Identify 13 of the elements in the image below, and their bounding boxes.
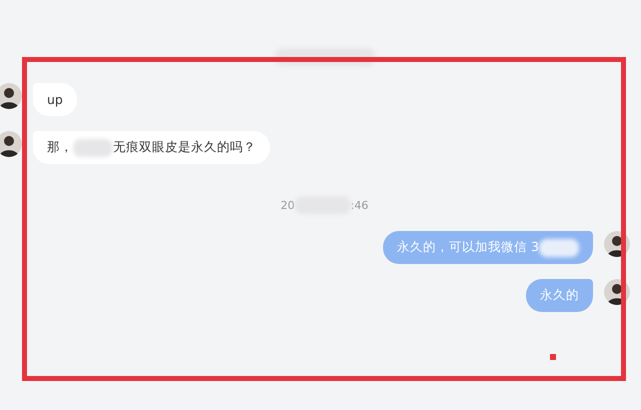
redaction-blur	[73, 138, 113, 156]
avatar	[604, 279, 630, 305]
avatar	[0, 131, 22, 157]
timestamp: 20	[280, 198, 295, 212]
timestamp: :46	[350, 198, 368, 212]
message-text: 那，	[47, 139, 73, 156]
message-text: 永久的	[540, 287, 579, 304]
message-text: 无痕双眼皮是永久的吗？	[113, 139, 256, 156]
message-text: 永久的，可以加我微信 3	[397, 239, 539, 256]
message-text: up	[47, 92, 63, 107]
redaction-blur	[539, 238, 579, 256]
avatar	[604, 231, 630, 257]
avatar	[0, 83, 22, 109]
